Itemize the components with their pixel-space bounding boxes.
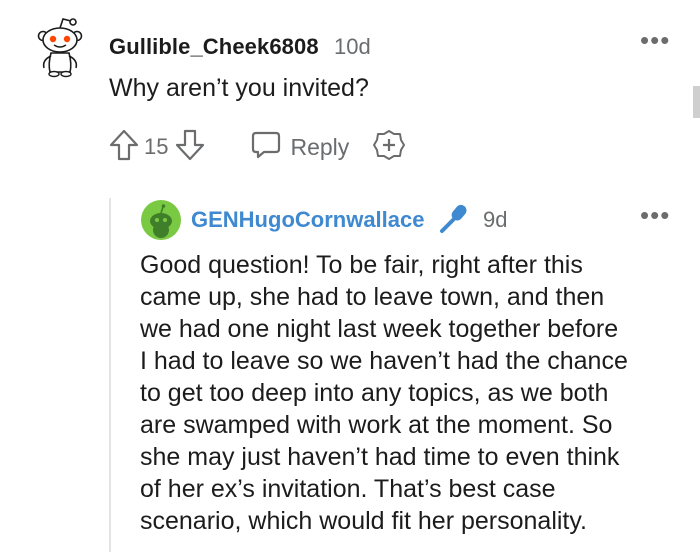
reply-timestamp: 9d (483, 207, 508, 232)
comment-timestamp: 10d (334, 34, 371, 59)
green-snoo-avatar-icon[interactable] (141, 200, 181, 240)
comment-body: Why aren’t you invited? (109, 74, 369, 102)
add-award-icon[interactable] (373, 129, 406, 166)
reply-body-line: came up, she had to leave town, and then (140, 283, 605, 311)
downvote-icon[interactable] (174, 128, 206, 167)
comment-username[interactable]: Gullible_Cheek6808 (109, 34, 319, 60)
reply-body-line: we had one night last week together befo… (140, 315, 619, 343)
reply-bubble-icon (250, 130, 282, 165)
microphone-flair-icon (437, 201, 471, 235)
more-options-icon[interactable]: ••• (640, 27, 670, 53)
reply-body: Good question! To be fair, right after t… (140, 249, 685, 537)
reply-button[interactable]: Reply (250, 130, 349, 165)
reply-username[interactable]: GENHugoCornwallace (191, 207, 424, 233)
scrollbar-thumb[interactable] (693, 86, 700, 118)
snoo-avatar-icon[interactable] (30, 16, 90, 78)
reply-body-line: of her ex’s invitation. That’s best case (140, 475, 556, 503)
reply-body-line: to get too deep into any topics, as we b… (140, 379, 609, 407)
reply-label: Reply (290, 133, 350, 160)
reply-body-line: I had to leave so we haven’t had the cha… (140, 347, 628, 375)
more-options-icon[interactable]: ••• (640, 202, 670, 228)
reply-body-line: Good question! To be fair, right after t… (140, 251, 583, 279)
reply-body-line: she may just haven’t had time to even th… (140, 443, 620, 471)
vote-count: 15 (144, 134, 169, 159)
reply-body-line: scenario, which would fit her personalit… (140, 507, 587, 535)
comment-actions: 15 Reply (108, 127, 406, 167)
thread-line[interactable] (109, 198, 111, 552)
upvote-icon[interactable] (108, 128, 140, 167)
reply-body-line: are swamped with work at the moment. So (140, 411, 613, 439)
